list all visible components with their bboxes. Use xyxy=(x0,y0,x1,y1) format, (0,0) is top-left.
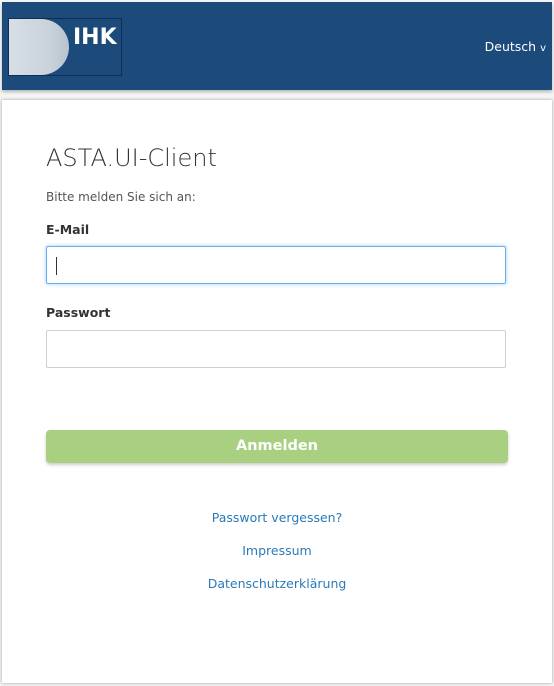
language-label: Deutsch xyxy=(484,39,537,54)
page-title: ASTA.UI-Client xyxy=(46,144,217,172)
login-button[interactable]: Anmelden xyxy=(46,430,508,463)
login-card: ASTA.UI-Client Bitte melden Sie sich an:… xyxy=(2,100,552,683)
ihk-logo[interactable]: IHK xyxy=(8,18,122,76)
chevron-down-icon: v xyxy=(540,43,546,54)
privacy-link[interactable]: Datenschutzerklärung xyxy=(2,576,552,591)
forgot-password-link[interactable]: Passwort vergessen? xyxy=(2,510,552,525)
logo-swoosh-icon xyxy=(9,19,69,75)
logo-text: IHK xyxy=(73,25,117,50)
login-subtitle: Bitte melden Sie sich an: xyxy=(46,190,196,204)
password-label: Passwort xyxy=(46,305,111,320)
text-caret xyxy=(56,257,57,275)
password-field[interactable] xyxy=(46,330,506,368)
email-field[interactable] xyxy=(46,246,506,284)
email-label: E-Mail xyxy=(46,222,90,237)
language-selector[interactable]: Deutsch v xyxy=(485,39,546,54)
top-header: IHK Deutsch v xyxy=(2,2,552,90)
imprint-link[interactable]: Impressum xyxy=(2,543,552,558)
